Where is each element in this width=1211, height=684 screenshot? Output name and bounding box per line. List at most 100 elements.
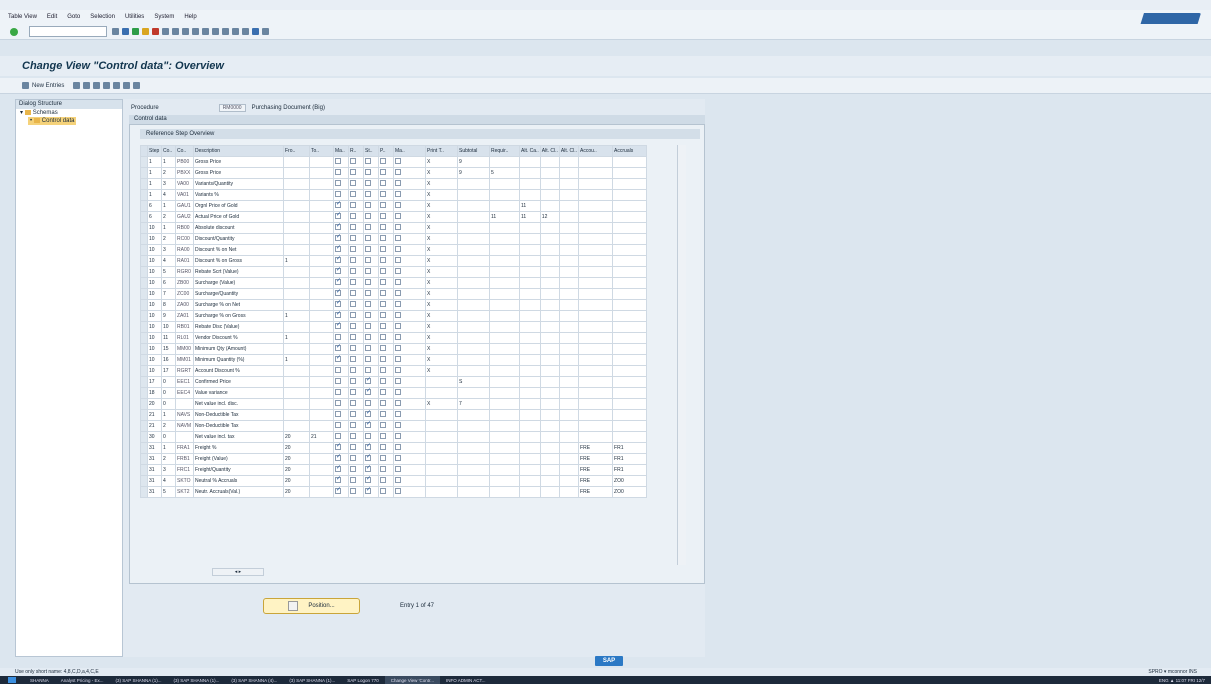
checkbox[interactable] — [365, 268, 371, 275]
account-key-cell[interactable] — [578, 299, 614, 311]
from-cell[interactable] — [283, 167, 310, 179]
description-cell[interactable]: Actual Price of Gold — [193, 211, 284, 223]
step-cell[interactable]: 6 — [147, 211, 162, 223]
p-checkbox-cell[interactable] — [378, 420, 394, 432]
counter-cell[interactable]: 1 — [161, 156, 176, 168]
r-checkbox-cell[interactable] — [348, 398, 364, 410]
description-cell[interactable]: Net value incl. tax — [193, 431, 284, 443]
condition-type-cell[interactable]: GAU2 — [175, 211, 194, 223]
row-selector[interactable] — [140, 321, 148, 333]
account-key-cell[interactable]: FRE — [578, 464, 614, 476]
counter-cell[interactable]: 1 — [161, 409, 176, 421]
checkbox[interactable] — [365, 191, 371, 198]
subtotal-cell[interactable] — [457, 453, 490, 465]
alt-calc-cell[interactable] — [519, 178, 541, 190]
description-cell[interactable]: Surcharge % on Net — [193, 299, 284, 311]
checkbox[interactable] — [350, 158, 356, 165]
counter-cell[interactable]: 0 — [161, 398, 176, 410]
tree-node-control-data[interactable]: • Control data — [20, 117, 122, 125]
checkbox[interactable] — [335, 180, 341, 187]
checkbox-checked[interactable] — [335, 345, 341, 352]
table-row[interactable]: 170EEC1Confirmed Price S — [140, 376, 648, 388]
p-checkbox-cell[interactable] — [378, 354, 394, 366]
requirement-cell[interactable] — [489, 453, 520, 465]
checkbox[interactable] — [395, 268, 401, 275]
description-cell[interactable]: Discount % on Net — [193, 244, 284, 256]
p-checkbox-cell[interactable] — [378, 255, 394, 267]
checkbox-checked[interactable] — [365, 488, 371, 495]
p-checkbox-cell[interactable] — [378, 299, 394, 311]
checkbox-checked[interactable] — [335, 257, 341, 264]
counter-cell[interactable]: 2 — [161, 167, 176, 179]
alt-calc-cell[interactable] — [519, 310, 541, 322]
print-icon[interactable] — [162, 28, 169, 35]
from-cell[interactable] — [283, 277, 310, 289]
ma-checkbox-cell[interactable] — [333, 299, 349, 311]
subtotal-cell[interactable]: 9 — [457, 167, 490, 179]
from-cell[interactable] — [283, 420, 310, 432]
counter-cell[interactable]: 17 — [161, 365, 176, 377]
condition-type-cell[interactable]: RA00 — [175, 244, 194, 256]
table-row[interactable]: 10 11 RL01 Vendor Discount % 1 X — [140, 332, 648, 344]
alt-calc-cell[interactable]: 11 — [519, 211, 541, 223]
r-checkbox-cell[interactable] — [348, 343, 364, 355]
checkbox[interactable] — [395, 224, 401, 231]
ma-checkbox-cell[interactable] — [333, 409, 349, 421]
accruals-cell[interactable] — [612, 431, 648, 443]
row-selector[interactable] — [140, 486, 148, 498]
alt-base-2-cell[interactable] — [558, 442, 580, 454]
col-select[interactable] — [140, 145, 148, 157]
alt-base-cell[interactable] — [539, 398, 560, 410]
account-key-cell[interactable]: FRE — [578, 442, 614, 454]
print-type-cell[interactable]: X — [425, 365, 458, 377]
counter-cell[interactable]: 3 — [161, 464, 176, 476]
subtotal-cell[interactable]: 9 — [457, 156, 490, 168]
requirement-cell[interactable] — [489, 189, 520, 201]
subtotal-cell[interactable] — [457, 200, 490, 212]
alt-base-cell[interactable] — [539, 310, 560, 322]
alt-base-2-cell[interactable] — [558, 431, 580, 443]
to-cell[interactable] — [309, 156, 334, 168]
checkbox[interactable] — [365, 334, 371, 341]
alt-calc-cell[interactable] — [519, 453, 541, 465]
counter-cell[interactable]: 16 — [161, 354, 176, 366]
ma-checkbox-cell[interactable] — [333, 178, 349, 190]
ma-checkbox-cell[interactable] — [333, 442, 349, 454]
checkbox-checked[interactable] — [335, 268, 341, 275]
checkbox[interactable] — [350, 290, 356, 297]
accruals-cell[interactable] — [612, 233, 648, 245]
account-key-cell[interactable] — [578, 398, 614, 410]
alt-calc-cell[interactable] — [519, 486, 541, 498]
checkbox[interactable] — [395, 290, 401, 297]
checkbox[interactable] — [365, 180, 371, 187]
row-selector[interactable] — [140, 332, 148, 344]
table-row[interactable]: 1 2 PBXX Gross Price X 9 5 — [140, 167, 648, 179]
counter-cell[interactable]: 2 — [161, 453, 176, 465]
requirement-cell[interactable] — [489, 310, 520, 322]
alt-calc-cell[interactable] — [519, 475, 541, 487]
alt-base-2-cell[interactable] — [558, 409, 580, 421]
checkbox[interactable] — [350, 213, 356, 220]
r-checkbox-cell[interactable] — [348, 156, 364, 168]
p-checkbox-cell[interactable] — [378, 233, 394, 245]
step-cell[interactable]: 10 — [147, 365, 162, 377]
alt-calc-cell[interactable] — [519, 156, 541, 168]
requirement-cell[interactable] — [489, 321, 520, 333]
col-to[interactable]: To.. — [309, 145, 334, 157]
checkbox[interactable] — [380, 169, 386, 176]
checkbox[interactable] — [395, 389, 401, 396]
checkbox-checked[interactable] — [335, 444, 341, 451]
checkbox[interactable] — [350, 224, 356, 231]
table-row[interactable]: 315SKT2Neutr. Accruals(Val.)20 FREZO0 — [140, 486, 648, 498]
r-checkbox-cell[interactable] — [348, 178, 364, 190]
condition-type-cell[interactable]: RL01 — [175, 332, 194, 344]
accruals-cell[interactable] — [612, 354, 648, 366]
st-checkbox-cell[interactable] — [363, 211, 379, 223]
counter-cell[interactable]: 2 — [161, 420, 176, 432]
step-cell[interactable]: 10 — [147, 332, 162, 344]
condition-type-cell[interactable]: SKT2 — [175, 486, 194, 498]
checkbox[interactable] — [395, 246, 401, 253]
accruals-cell[interactable]: FR1 — [612, 442, 648, 454]
row-selector[interactable] — [140, 189, 148, 201]
checkbox[interactable] — [395, 477, 401, 484]
